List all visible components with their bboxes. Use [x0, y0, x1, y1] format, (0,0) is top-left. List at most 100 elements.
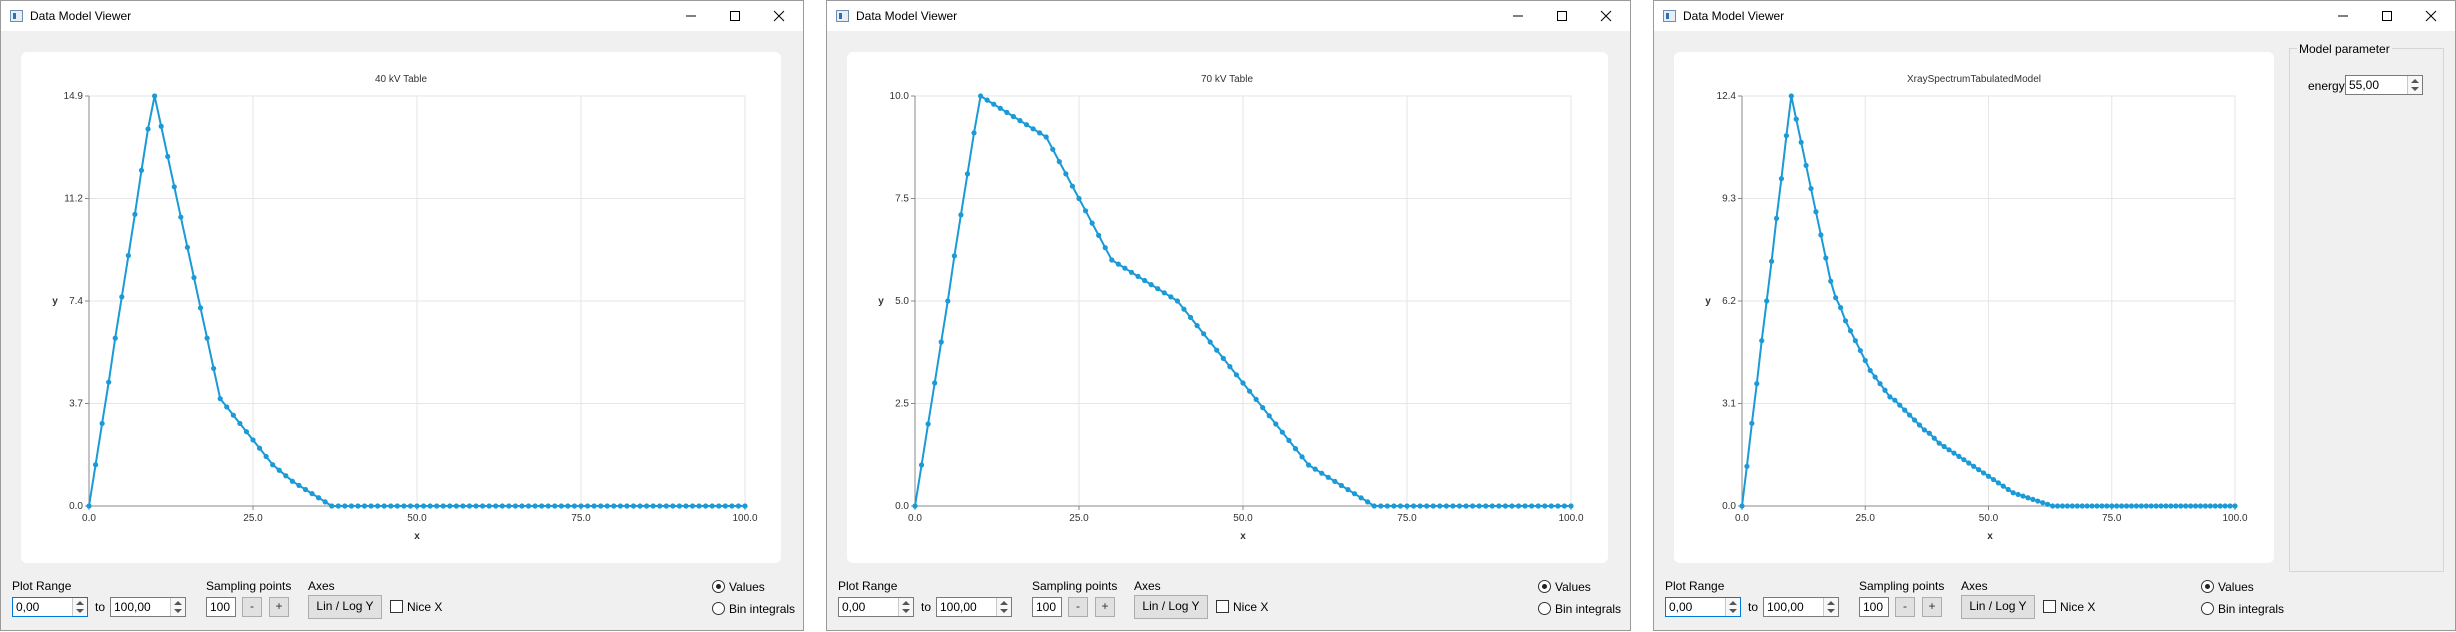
range-from-value: 0,00 — [1669, 600, 1693, 614]
lin-log-y-button[interactable]: Lin / Log Y — [1961, 595, 2035, 619]
data-point — [1971, 463, 1977, 469]
data-point — [184, 244, 190, 250]
y-tick-labels: 0.0 2.5 5.0 7.5 10.0 — [890, 91, 910, 512]
lin-log-y-button[interactable]: Lin / Log Y — [308, 595, 382, 619]
y-tick-label: 2.5 — [895, 399, 909, 410]
data-point — [742, 503, 748, 509]
data-point — [1246, 388, 1253, 394]
chart[interactable]: XraySpectrumTabulatedModel 0.0 3.1 6.2 9.3 1… — [1674, 52, 2274, 563]
sampling-points-field[interactable]: 100 — [1859, 597, 1889, 617]
range-to-spinbox[interactable]: 100,00 — [110, 597, 186, 617]
data-point — [991, 101, 997, 107]
spin-arrows[interactable] — [2407, 76, 2422, 94]
decrease-sampling-button[interactable]: - — [1895, 597, 1915, 617]
spin-arrows[interactable] — [170, 598, 185, 616]
data-point — [256, 445, 263, 451]
x-tick-label: 75.0 — [1397, 513, 1417, 524]
data-point — [1279, 429, 1285, 435]
range-to-spinbox[interactable]: 100,00 — [1763, 597, 1839, 617]
data-point — [1509, 503, 1515, 509]
values-radio[interactable] — [2201, 580, 2214, 593]
data-point — [932, 380, 938, 386]
data-point — [1424, 503, 1430, 509]
maximize-button[interactable] — [713, 1, 757, 31]
data-point — [997, 105, 1003, 111]
data-point — [918, 462, 925, 468]
data-point — [971, 130, 977, 136]
data-point — [519, 503, 525, 509]
data-point — [637, 503, 643, 509]
spin-arrows[interactable] — [1823, 598, 1838, 616]
values-radio[interactable] — [712, 580, 725, 593]
data-point — [1555, 503, 1561, 509]
data-point — [401, 503, 407, 509]
increase-sampling-button[interactable]: + — [269, 597, 289, 617]
nice-x-checkbox[interactable] — [390, 600, 403, 613]
close-button[interactable] — [1584, 1, 1628, 31]
decrease-sampling-button[interactable]: - — [1068, 597, 1088, 617]
sampling-points-field[interactable]: 100 — [206, 597, 236, 617]
spin-arrows[interactable] — [1725, 598, 1740, 616]
range-from-spinbox[interactable]: 0,00 — [838, 597, 914, 617]
data-point — [460, 503, 466, 509]
energy-spinbox[interactable]: 55,00 — [2345, 75, 2423, 95]
data-point — [1911, 417, 1918, 423]
data-point — [1489, 503, 1495, 509]
data-point — [2133, 503, 2139, 509]
chart[interactable]: 70 kV Table 0.0 2.5 5.0 7.5 10.0 0.0 25.0 50.0… — [847, 52, 1608, 563]
data-point — [1754, 381, 1760, 387]
range-from-spinbox[interactable]: 0,00 — [1665, 597, 1741, 617]
data-point — [1476, 503, 1482, 509]
increase-sampling-button[interactable]: + — [1095, 597, 1115, 617]
range-to-value: 100,00 — [114, 600, 151, 614]
nice-x-checkbox[interactable] — [2043, 600, 2056, 613]
x-tick-label: 50.0 — [1233, 513, 1253, 524]
data-point — [1926, 430, 1932, 436]
bin-integrals-radio[interactable] — [1538, 602, 1551, 615]
data-point — [703, 503, 709, 509]
data-point — [2040, 500, 2046, 506]
data-point — [1443, 503, 1449, 509]
minimize-button[interactable] — [669, 1, 713, 31]
increase-sampling-button[interactable]: + — [1922, 597, 1942, 617]
data-point — [1161, 290, 1167, 296]
chart[interactable]: 40 kV Table 0.0 3.7 7.4 11.2 14.9 0.0 25.0 50.… — [21, 52, 781, 563]
to-label: to — [1748, 600, 1759, 614]
data-point — [1227, 364, 1233, 370]
range-from-spinbox[interactable]: 0,00 — [12, 597, 88, 617]
data-point — [1201, 331, 1207, 337]
maximize-button[interactable] — [1540, 1, 1584, 31]
minimize-button[interactable] — [2321, 1, 2365, 31]
close-button[interactable] — [757, 1, 801, 31]
plot-panel: 70 kV Table 0.0 2.5 5.0 7.5 10.0 0.0 25.0 50.0… — [847, 52, 1608, 563]
y-tick-label: 3.7 — [69, 399, 83, 410]
range-to-spinbox[interactable]: 100,00 — [936, 597, 1012, 617]
data-point — [617, 503, 623, 509]
close-button[interactable] — [2409, 1, 2453, 31]
decrease-sampling-button[interactable]: - — [242, 597, 262, 617]
maximize-button[interactable] — [2365, 1, 2409, 31]
spin-arrows[interactable] — [898, 598, 913, 616]
data-point — [230, 412, 236, 418]
values-radio[interactable] — [1538, 580, 1551, 593]
data-point — [716, 503, 722, 509]
close-icon — [2425, 10, 2437, 22]
data-point — [1867, 367, 1873, 374]
bin-integrals-radio[interactable] — [2201, 602, 2214, 615]
bin-integrals-label: Bin integrals — [729, 602, 796, 616]
lin-log-y-button[interactable]: Lin / Log Y — [1134, 595, 1208, 619]
data-point — [407, 503, 414, 509]
app-icon — [10, 10, 23, 22]
spin-arrows[interactable] — [72, 598, 87, 616]
data-point — [1956, 453, 1962, 460]
minimize-button[interactable] — [1496, 1, 1540, 31]
data-point — [92, 462, 99, 468]
data-point — [2020, 493, 2026, 499]
data-point — [178, 214, 184, 220]
y-axis-label: y — [878, 296, 884, 307]
bin-integrals-radio[interactable] — [712, 602, 725, 615]
nice-x-checkbox[interactable] — [1216, 600, 1229, 613]
sampling-points-field[interactable]: 100 — [1032, 597, 1062, 617]
spin-arrows[interactable] — [996, 598, 1011, 616]
data-point — [1946, 447, 1952, 453]
